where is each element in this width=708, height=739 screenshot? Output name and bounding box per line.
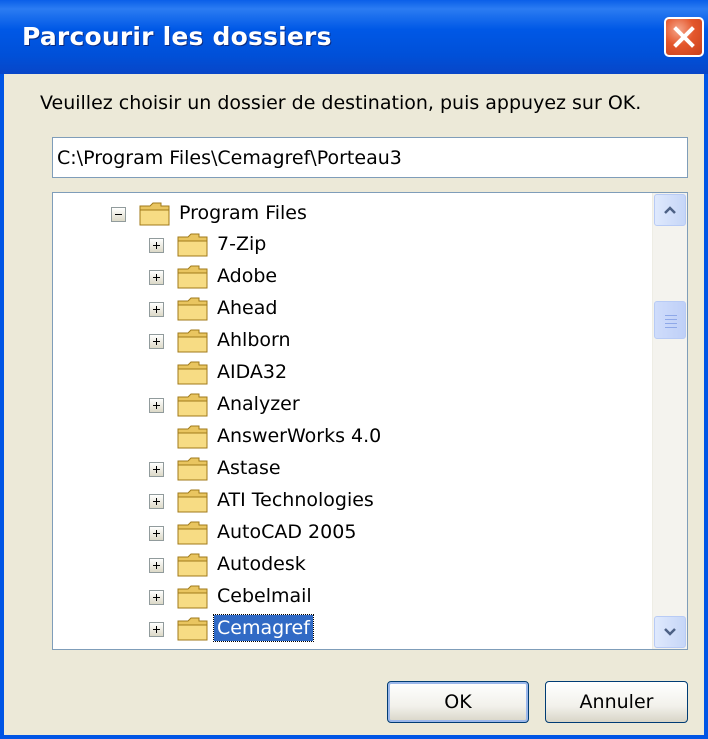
folder-label: Ahead	[217, 297, 278, 319]
folder-tree[interactable]: Program Files 7-Zip Adobe Ahead Ahlborn AIDA3…	[52, 192, 688, 650]
folder-label: Program Files	[179, 202, 307, 224]
tree-item-program-files[interactable]: Program Files	[53, 199, 653, 229]
folder-label: AIDA32	[217, 361, 288, 383]
folder-icon	[177, 328, 209, 354]
tree-item[interactable]: Cebelmail	[53, 582, 653, 612]
tree-item[interactable]: AutoCAD 2005	[53, 518, 653, 548]
cancel-button[interactable]: Annuler	[545, 681, 688, 723]
expand-icon[interactable]	[149, 462, 164, 477]
scroll-down-button[interactable]	[654, 616, 686, 648]
folder-label: Adobe	[217, 265, 278, 287]
folder-label: Cemagref	[213, 614, 314, 642]
folder-label: Astase	[217, 457, 281, 479]
folder-label: Autodesk	[217, 553, 306, 575]
tree-item[interactable]: ATI Technologies	[53, 486, 653, 516]
folder-icon	[177, 232, 209, 258]
tree-item[interactable]: Analyzer	[53, 390, 653, 420]
tree-item[interactable]: AIDA32	[53, 358, 653, 388]
tree-item[interactable]: Ahead	[53, 294, 653, 324]
folder-path-field[interactable]	[52, 137, 688, 178]
tree-item[interactable]: Cemagref	[53, 614, 653, 644]
collapse-icon[interactable]	[111, 207, 126, 222]
expand-icon[interactable]	[149, 302, 164, 317]
folder-label: Ahlborn	[217, 329, 291, 351]
browse-folder-dialog: Parcourir les dossiers Veuillez choisir …	[0, 0, 708, 739]
expand-icon[interactable]	[149, 270, 164, 285]
expand-icon[interactable]	[149, 238, 164, 253]
folder-icon	[177, 264, 209, 290]
folder-icon	[177, 520, 209, 546]
tree-item[interactable]: 7-Zip	[53, 230, 653, 260]
tree-item[interactable]: Ahlborn	[53, 326, 653, 356]
title-bar[interactable]: Parcourir les dossiers	[0, 0, 708, 74]
close-button[interactable]	[664, 17, 704, 57]
folder-icon	[177, 488, 209, 514]
vertical-scrollbar[interactable]	[652, 193, 687, 649]
expand-icon[interactable]	[149, 526, 164, 541]
folder-label: AnswerWorks 4.0	[217, 425, 382, 447]
close-icon	[673, 26, 695, 48]
folder-icon	[177, 584, 209, 610]
expand-icon[interactable]	[149, 622, 164, 637]
folder-icon	[177, 456, 209, 482]
scroll-thumb[interactable]	[654, 301, 686, 339]
folder-label: Cebelmail	[217, 585, 312, 607]
folder-icon	[177, 360, 209, 386]
folder-label: Analyzer	[217, 393, 300, 415]
expand-icon[interactable]	[149, 398, 164, 413]
tree-item[interactable]: Adobe	[53, 262, 653, 292]
expand-icon[interactable]	[149, 494, 164, 509]
expand-icon[interactable]	[149, 334, 164, 349]
folder-label: 7-Zip	[217, 233, 267, 255]
scroll-up-button[interactable]	[654, 194, 686, 226]
folder-icon	[177, 424, 209, 450]
folder-icon	[139, 201, 171, 227]
folder-label: ATI Technologies	[217, 489, 374, 511]
folder-icon	[177, 392, 209, 418]
tree-item[interactable]: AnswerWorks 4.0	[53, 422, 653, 452]
ok-button[interactable]: OK	[387, 681, 529, 723]
folder-icon	[177, 552, 209, 578]
expand-icon[interactable]	[149, 590, 164, 605]
chevron-down-icon	[664, 628, 676, 636]
chevron-up-icon	[664, 206, 676, 214]
folder-icon	[177, 296, 209, 322]
expand-icon[interactable]	[149, 558, 164, 573]
folder-label: AutoCAD 2005	[217, 521, 357, 543]
tree-item[interactable]: Astase	[53, 454, 653, 484]
window-title: Parcourir les dossiers	[22, 22, 332, 51]
instruction-text: Veuillez choisir un dossier de destinati…	[40, 92, 642, 114]
tree-item[interactable]: Autodesk	[53, 550, 653, 580]
folder-icon	[177, 616, 209, 642]
